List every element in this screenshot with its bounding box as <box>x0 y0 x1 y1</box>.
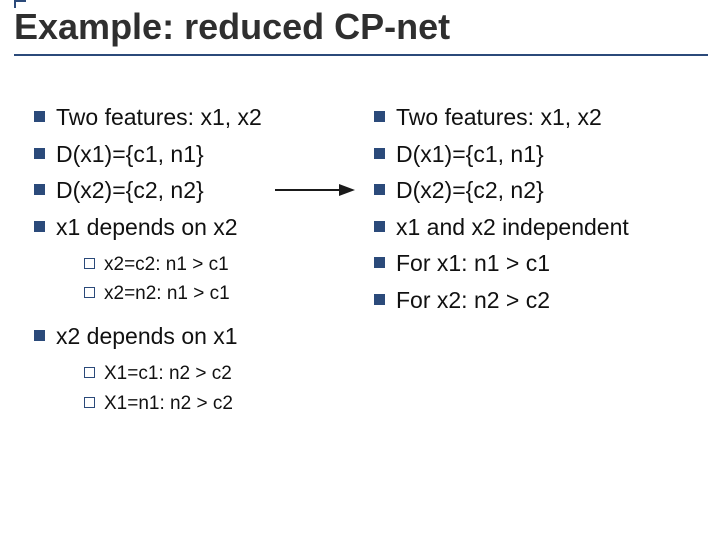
sub-item: x2=c2: n1 > c1 <box>56 250 350 279</box>
list-item: D(x1)={c1, n1} <box>370 137 690 172</box>
list-item: D(x1)={c1, n1} <box>30 137 350 172</box>
list-item-text: x2 depends on x1 <box>56 323 238 349</box>
list-item: x1 and x2 independent <box>370 210 690 245</box>
list-item: x1 depends on x2 x2=c2: n1 > c1 x2=n2: n… <box>30 210 350 309</box>
corner-tick <box>14 0 26 8</box>
list-item: D(x2)={c2, n2} <box>370 173 690 208</box>
list-item: Two features: x1, x2 <box>30 100 350 135</box>
sub-item: X1=c1: n2 > c2 <box>56 359 350 388</box>
slide-title: Example: reduced CP-net <box>14 6 708 56</box>
list-item-text: x1 depends on x2 <box>56 214 238 240</box>
sub-item: x2=n2: n1 > c1 <box>56 279 350 308</box>
slide: Example: reduced CP-net Two features: x1… <box>0 0 720 540</box>
left-column: Two features: x1, x2 D(x1)={c1, n1} D(x2… <box>30 100 350 428</box>
right-list: Two features: x1, x2 D(x1)={c1, n1} D(x2… <box>370 100 690 317</box>
left-sublist-2: X1=c1: n2 > c2 X1=n1: n2 > c2 <box>56 359 350 418</box>
list-item: For x1: n1 > c1 <box>370 246 690 281</box>
left-list: Two features: x1, x2 D(x1)={c1, n1} D(x2… <box>30 100 350 418</box>
content-columns: Two features: x1, x2 D(x1)={c1, n1} D(x2… <box>0 56 720 428</box>
list-item: x2 depends on x1 X1=c1: n2 > c2 X1=n1: n… <box>30 319 350 418</box>
left-sublist-1: x2=c2: n1 > c1 x2=n2: n1 > c1 <box>56 250 350 309</box>
sub-item: X1=n1: n2 > c2 <box>56 389 350 418</box>
list-item: For x2: n2 > c2 <box>370 283 690 318</box>
list-item: Two features: x1, x2 <box>370 100 690 135</box>
right-column: Two features: x1, x2 D(x1)={c1, n1} D(x2… <box>370 100 690 428</box>
title-wrap: Example: reduced CP-net <box>0 0 720 56</box>
list-item: D(x2)={c2, n2} <box>30 173 350 208</box>
